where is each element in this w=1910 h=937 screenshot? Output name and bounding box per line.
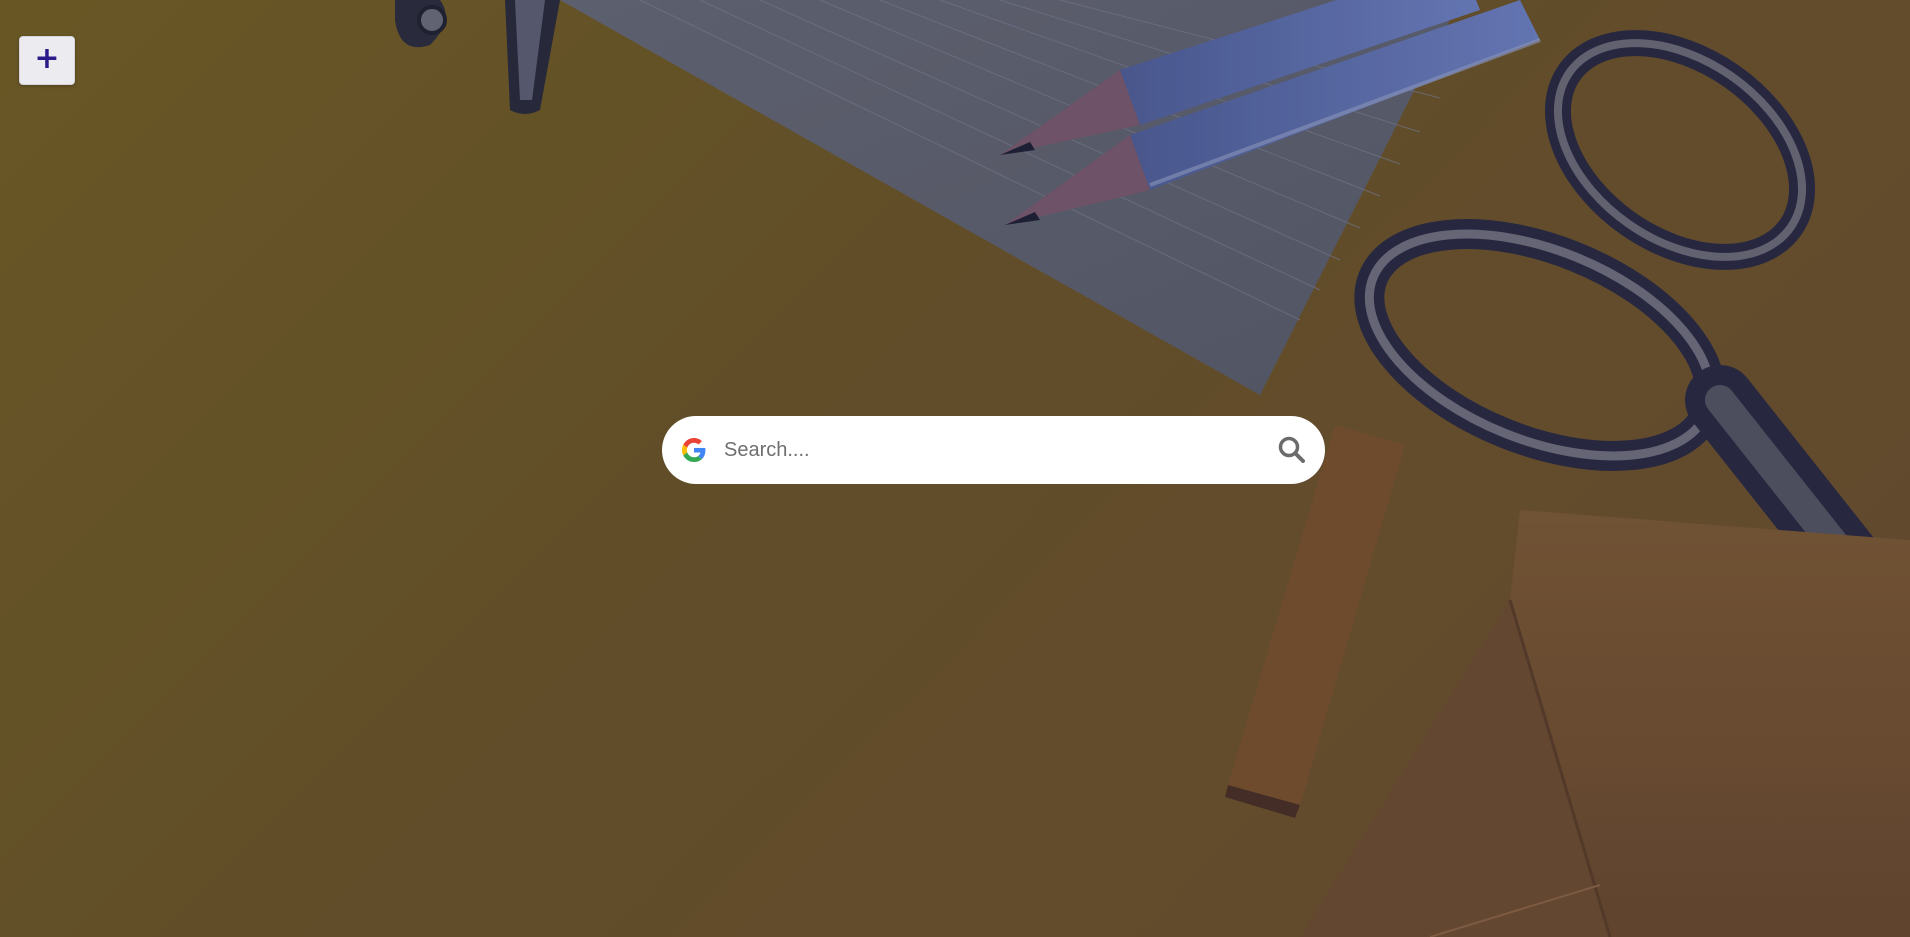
search-icon[interactable] [1277, 435, 1307, 465]
google-g-icon [682, 438, 706, 462]
search-bar[interactable] [662, 416, 1325, 484]
search-input[interactable] [722, 429, 1277, 471]
new-tab-page: + [0, 0, 1910, 937]
plus-icon: + [34, 40, 60, 76]
add-shortcut-button[interactable]: + [19, 36, 75, 85]
